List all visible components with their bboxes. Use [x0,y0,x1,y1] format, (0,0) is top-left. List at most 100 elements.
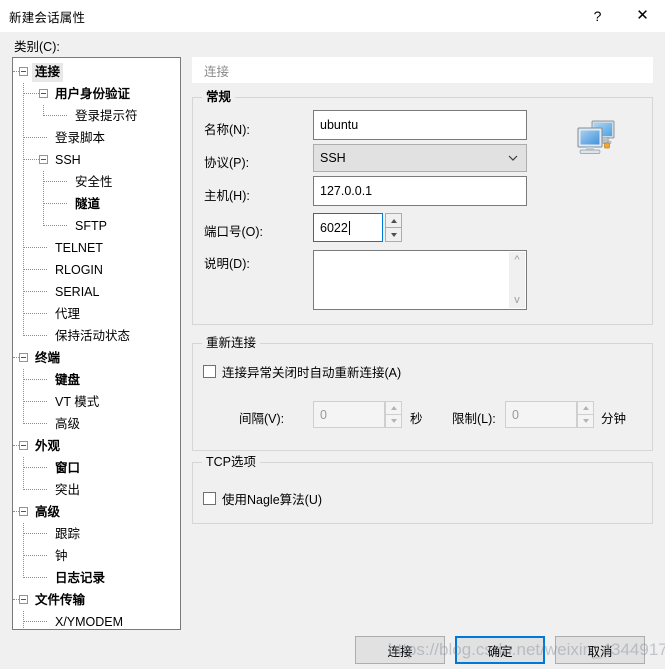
name-input-value: ubuntu [320,118,359,132]
tree-expander-minus-icon[interactable] [19,441,28,450]
tree-item-5[interactable]: 安全性 [13,171,180,193]
tree-connector-line [23,291,47,293]
tree-item-label: 突出 [55,482,81,497]
protocol-select-value: SSH [320,151,346,165]
tree-item-label: 键盘 [55,372,81,387]
tree-item-label: 登录脚本 [55,130,106,145]
connect-button-label: 连接 [387,644,413,659]
limit-stepper[interactable] [577,401,594,428]
tree-connector-line [43,225,67,227]
port-label: 端口号(O): [204,225,264,239]
tree-connector-line [23,489,47,491]
tree-item-24[interactable]: 文件传输 [13,589,180,611]
tree-item-label: SERIAL [55,284,100,299]
help-button[interactable]: ? [575,0,620,31]
triangle-down-icon [582,419,589,423]
tree-item-label: 跟踪 [55,526,81,541]
triangle-up-icon [390,218,397,223]
content-header-title: 连接 [204,64,230,79]
port-stepper-up[interactable] [385,213,402,227]
port-stepper[interactable] [385,213,402,242]
port-stepper-down[interactable] [385,227,402,242]
connect-button[interactable]: 连接 [355,636,445,664]
tree-item-label: SSH [55,152,81,167]
tree-connector-line [23,555,47,557]
interval-stepper-down[interactable] [385,414,402,428]
tree-item-13[interactable]: 终端 [13,347,180,369]
tree-item-label: 高级 [35,504,61,519]
tree-item-label: 文件传输 [35,592,86,607]
description-label: 说明(D): [204,257,250,271]
tree-item-label: 代理 [55,306,81,321]
ok-button-label: 确定 [487,644,513,659]
interval-input-value: 0 [320,407,327,422]
tree-expander-minus-icon[interactable] [19,353,28,362]
category-tree[interactable]: 连接 用户身份验证 登录提示符 登录脚本 SSH 安全性 隧道 SFTP TELNET RLOGI… [12,57,181,630]
limit-stepper-down[interactable] [577,414,594,428]
tree-item-7[interactable]: SFTP [13,215,180,237]
limit-input[interactable]: 0 [505,401,577,428]
tree-item-label: 保持活动状态 [55,328,131,343]
tree-item-label: 登录提示符 [75,108,138,123]
tree-item-label: 连接 [32,62,64,82]
name-label: 名称(N): [204,123,250,137]
window-title: 新建会话属性 [9,10,86,25]
host-label: 主机(H): [204,189,250,203]
name-input[interactable]: ubuntu [313,110,527,140]
reconnect-group: 重新连接 [192,336,653,451]
tree-connector-line [23,247,47,249]
tree-expander-minus-icon[interactable] [39,155,48,164]
protocol-select[interactable]: SSH [313,144,527,172]
cancel-button-label: 取消 [587,644,613,659]
tree-expander-minus-icon[interactable] [19,507,28,516]
tree-connector-line [23,467,47,469]
description-input[interactable]: ^ v [313,250,527,310]
general-group-title: 常规 [202,90,236,104]
reconnect-group-title: 重新连接 [202,336,261,350]
tree-connector-line [23,269,47,271]
tree-connector-line [43,181,67,183]
checkbox-box-icon [203,492,216,505]
nagle-checkbox[interactable]: 使用Nagle算法(U) [203,489,322,508]
tree-item-6[interactable]: 隧道 [13,193,180,215]
tree-connector-line [43,203,67,205]
tree-item-label: VT 模式 [55,394,100,409]
tree-connector-line [13,357,19,359]
tree-item-0[interactable]: 连接 [13,61,180,83]
tree-expander-minus-icon[interactable] [19,595,28,604]
tree-item-label: 高级 [55,416,81,431]
port-input[interactable]: 6022 [313,213,383,242]
description-scrollbar[interactable]: ^ v [509,252,525,308]
tree-connector-line [23,369,25,424]
tree-connector-line [13,599,19,601]
port-input-value: 6022 [320,220,348,235]
tree-item-label: 钟 [55,548,68,563]
checkbox-box-icon [203,365,216,378]
remote-computer-icon [577,120,615,154]
close-icon: ✕ [636,7,649,24]
ok-button[interactable]: 确定 [455,636,545,664]
limit-stepper-up[interactable] [577,401,594,414]
tree-item-17[interactable]: 外观 [13,435,180,457]
interval-stepper-up[interactable] [385,401,402,414]
tree-item-20[interactable]: 高级 [13,501,180,523]
tree-item-label: SFTP [75,218,107,233]
tree-connector-line [23,379,47,381]
close-button[interactable]: ✕ [620,0,665,31]
tree-connector-line [23,335,47,337]
auto-reconnect-checkbox[interactable]: 连接异常关闭时自动重新连接(A) [203,362,401,381]
tree-item-2[interactable]: 登录提示符 [13,105,180,127]
tree-expander-minus-icon[interactable] [39,89,48,98]
interval-label: 间隔(V): [239,412,285,426]
tree-expander-minus-icon[interactable] [19,67,28,76]
interval-input[interactable]: 0 [313,401,385,428]
title-bar-buttons: ? ✕ [575,0,665,32]
triangle-up-icon [582,406,589,410]
interval-stepper[interactable] [385,401,402,428]
triangle-down-icon [390,232,397,237]
triangle-up-icon [390,406,397,410]
cancel-button[interactable]: 取消 [555,636,645,664]
tree-item-label: RLOGIN [55,262,103,277]
host-input[interactable]: 127.0.0.1 [313,176,527,206]
tree-connector-line [13,511,19,513]
